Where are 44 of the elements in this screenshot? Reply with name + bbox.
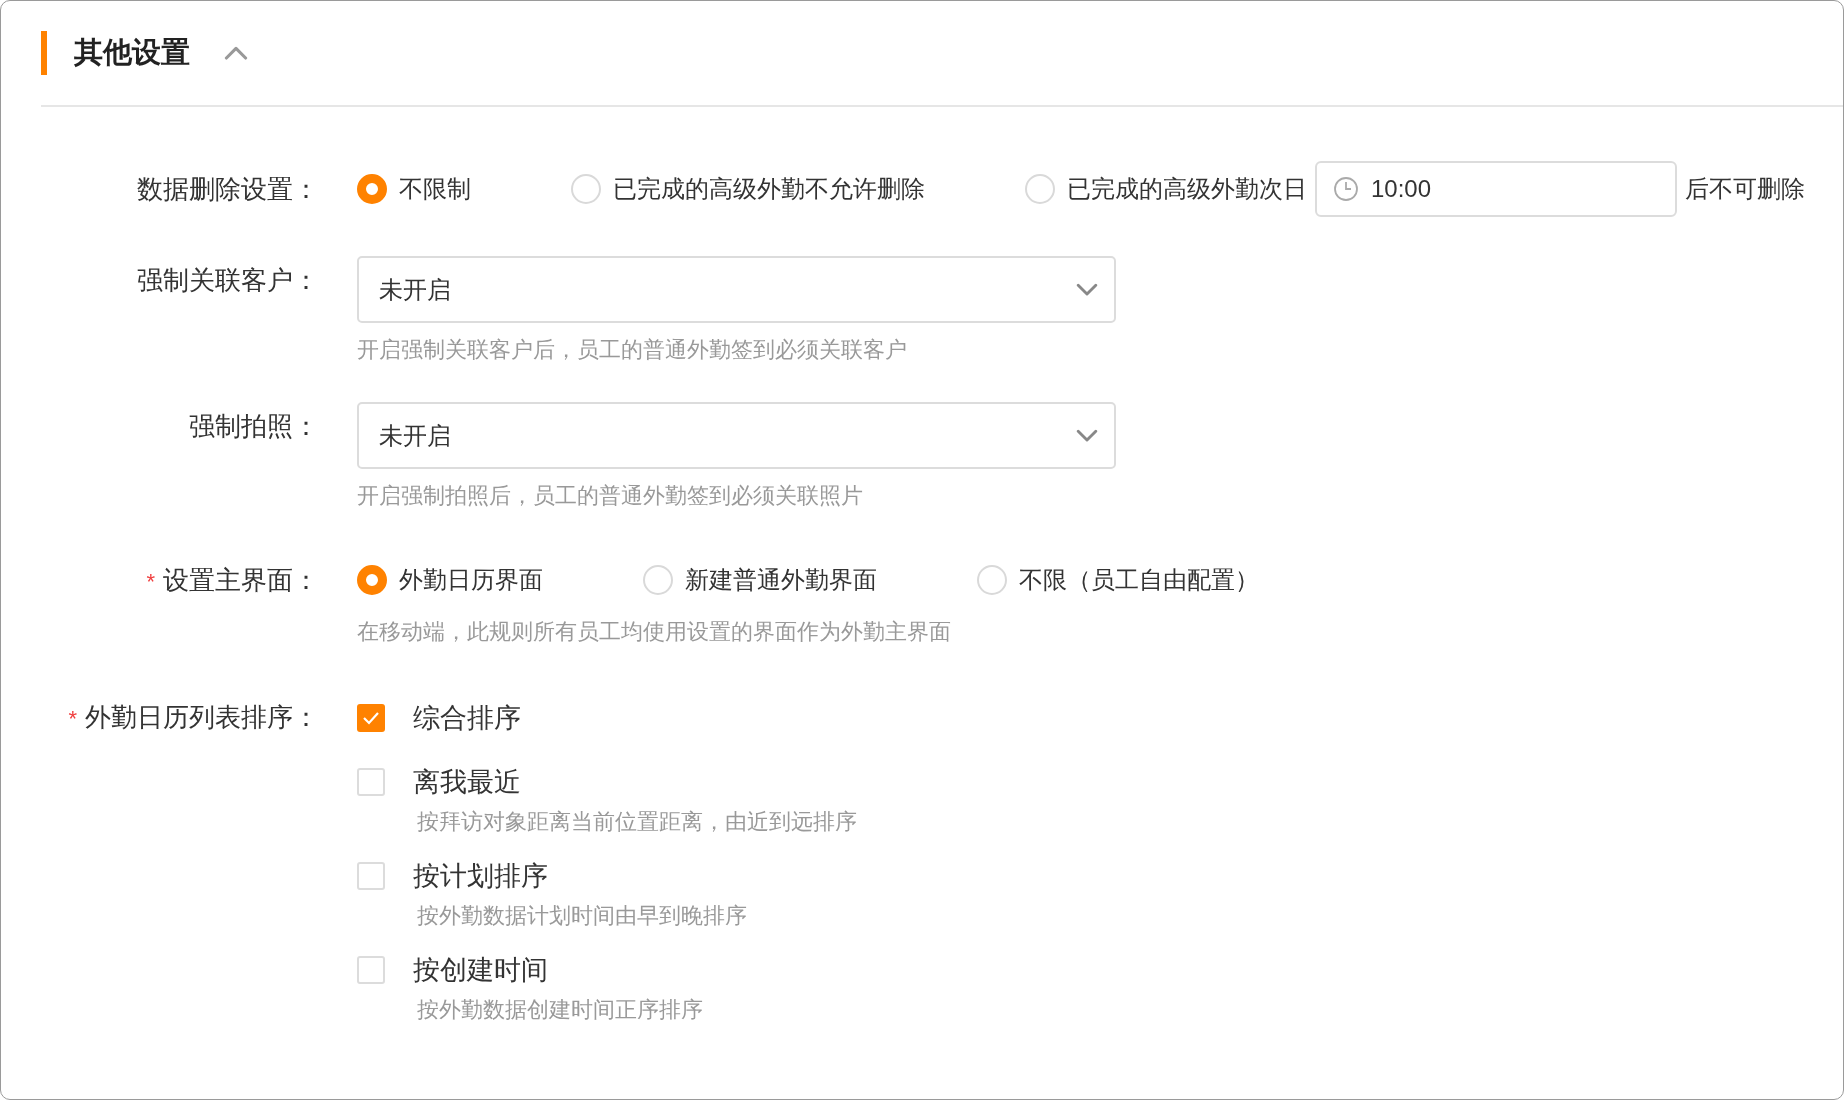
suffix-text: 后不可删除 bbox=[1685, 174, 1805, 204]
radio-option[interactable]: 已完成的高级外勤次日 bbox=[1025, 173, 1307, 205]
radio-option[interactable]: 不限制 bbox=[357, 173, 471, 205]
checkbox[interactable] bbox=[357, 862, 385, 890]
checkbox[interactable] bbox=[357, 768, 385, 796]
clock-icon bbox=[1333, 176, 1359, 202]
chevron-icon bbox=[1076, 428, 1098, 443]
radio-button[interactable] bbox=[643, 565, 673, 595]
option-description: 按外勤数据计划时间由早到晚排序 bbox=[417, 902, 747, 930]
checkbox[interactable] bbox=[357, 704, 385, 732]
radio-button[interactable] bbox=[977, 565, 1007, 595]
time-field[interactable]: 10:00 bbox=[1315, 161, 1677, 217]
checkbox-option[interactable]: 离我最近 bbox=[357, 757, 521, 807]
option-description: 按拜访对象距离当前位置距离，由近到远排序 bbox=[417, 808, 857, 836]
field-label: 数据删除设置： bbox=[137, 172, 319, 206]
help-text: 开启强制拍照后，员工的普通外勤签到必须关联照片 bbox=[357, 482, 863, 510]
select-field[interactable]: 未开启 bbox=[357, 402, 1116, 469]
chevron-icon bbox=[1076, 282, 1098, 297]
option-description: 按外勤数据创建时间正序排序 bbox=[417, 996, 703, 1024]
required-mark: * bbox=[68, 705, 77, 731]
radio-button[interactable] bbox=[357, 174, 387, 204]
check-icon bbox=[362, 711, 380, 725]
checkbox-option[interactable]: 按创建时间 bbox=[357, 945, 548, 995]
radio-button[interactable] bbox=[571, 174, 601, 204]
section-title: 其他设置 bbox=[74, 35, 190, 70]
checkbox-option[interactable]: 按计划排序 bbox=[357, 851, 548, 901]
radio-option[interactable]: 不限（员工自由配置） bbox=[977, 564, 1259, 596]
field-label: * 设置主界面： bbox=[146, 563, 319, 597]
help-text: 开启强制关联客户后，员工的普通外勤签到必须关联客户 bbox=[357, 336, 907, 364]
radio-option[interactable]: 新建普通外勤界面 bbox=[643, 564, 877, 596]
required-mark: * bbox=[146, 568, 155, 594]
field-label: 强制关联客户： bbox=[137, 263, 319, 297]
checkbox[interactable] bbox=[357, 956, 385, 984]
select-field[interactable]: 未开启 bbox=[357, 256, 1116, 323]
radio-option[interactable]: 外勤日历界面 bbox=[357, 564, 543, 596]
accent-bar bbox=[41, 31, 47, 75]
radio-option[interactable]: 已完成的高级外勤不允许删除 bbox=[571, 173, 925, 205]
field-label: 强制拍照： bbox=[189, 409, 319, 443]
radio-button[interactable] bbox=[357, 565, 387, 595]
help-text: 在移动端，此规则所有员工均使用设置的界面作为外勤主界面 bbox=[357, 618, 951, 646]
radio-button[interactable] bbox=[1025, 174, 1055, 204]
chevron-icon bbox=[224, 45, 248, 61]
checkbox-option[interactable]: 综合排序 bbox=[357, 693, 521, 743]
field-label: * 外勤日历列表排序： bbox=[68, 700, 319, 734]
